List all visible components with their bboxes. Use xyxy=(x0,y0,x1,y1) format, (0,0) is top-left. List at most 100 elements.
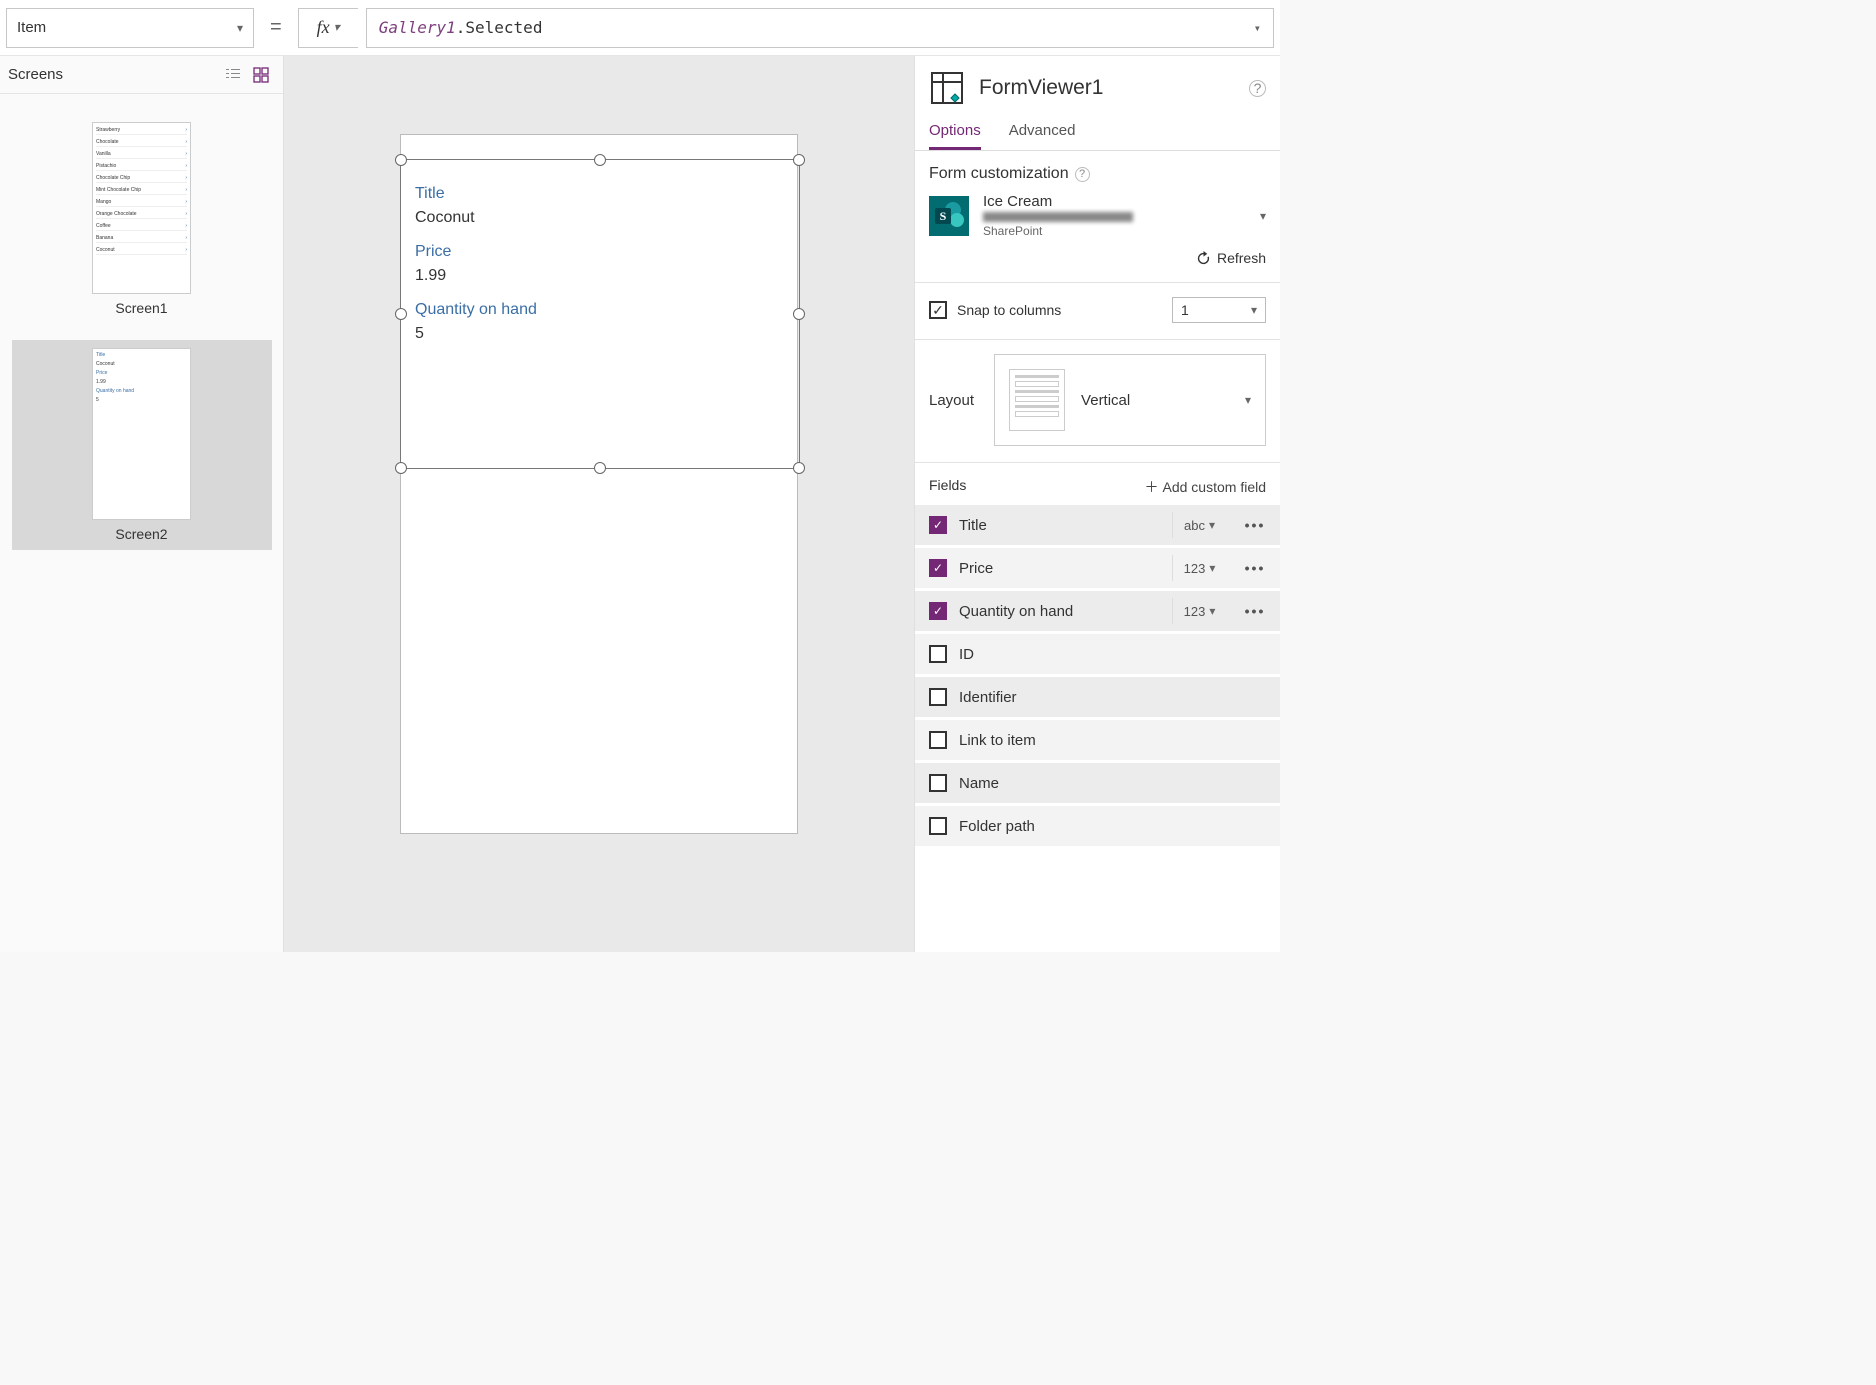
field-value-quantity: 5 xyxy=(415,325,783,343)
field-label-quantity: Quantity on hand xyxy=(415,301,783,319)
field-type-selector[interactable]: 123▾ xyxy=(1172,555,1226,581)
refresh-button[interactable]: Refresh xyxy=(929,250,1266,266)
layout-label: Layout xyxy=(929,392,974,409)
formula-text: Gallery1.Selected xyxy=(379,18,543,37)
resize-handle[interactable] xyxy=(395,308,407,320)
fields-header: Fields ＋ Add custom field xyxy=(915,463,1280,505)
add-custom-field-button[interactable]: ＋ Add custom field xyxy=(1145,477,1267,497)
canvas[interactable]: Title Coconut Price 1.99 Quantity on han… xyxy=(284,56,914,952)
snap-to-columns-checkbox[interactable] xyxy=(929,301,947,319)
resize-handle[interactable] xyxy=(793,308,805,320)
field-checkbox[interactable] xyxy=(929,688,947,706)
fx-label: fx xyxy=(317,17,330,38)
field-type-selector[interactable]: abc▾ xyxy=(1172,512,1226,538)
form-content: Title Coconut Price 1.99 Quantity on han… xyxy=(415,175,783,343)
thumbnail-list-item: Chocolate Chip› xyxy=(96,174,187,183)
field-row[interactable]: Title abc▾ ••• xyxy=(915,505,1280,545)
form-icon xyxy=(929,70,965,106)
field-value-price: 1.99 xyxy=(415,267,783,285)
screen-thumbnail[interactable]: Strawberry›Chocolate›Vanilla›Pistachio›C… xyxy=(12,114,272,324)
thumbnail-view-icon[interactable] xyxy=(253,67,269,83)
field-row[interactable]: Name xyxy=(915,763,1280,803)
field-label-title: Title xyxy=(415,185,783,203)
field-name: ID xyxy=(959,646,1272,663)
help-icon[interactable]: ? xyxy=(1075,167,1090,182)
fx-button[interactable]: fx ▾ xyxy=(298,8,358,48)
screen-caption: Screen1 xyxy=(115,300,167,316)
resize-handle[interactable] xyxy=(793,154,805,166)
properties-header: FormViewer1 ? xyxy=(915,56,1280,114)
formula-input[interactable]: Gallery1.Selected ▾ xyxy=(366,8,1274,48)
data-source-name: Ice Cream xyxy=(983,193,1246,210)
properties-panel: FormViewer1 ? Options Advanced Form cust… xyxy=(914,56,1280,952)
field-value-title: Coconut xyxy=(415,209,783,227)
field-name: Name xyxy=(959,775,1272,792)
field-row[interactable]: Price123▾••• xyxy=(915,548,1280,588)
field-more-icon[interactable]: ••• xyxy=(1238,603,1272,619)
thumbnail-list-item: Strawberry› xyxy=(96,126,187,135)
field-more-icon[interactable]: ••• xyxy=(1238,560,1272,576)
add-custom-label: Add custom field xyxy=(1163,479,1267,495)
data-source-account xyxy=(983,212,1133,222)
field-row[interactable]: Identifier xyxy=(915,677,1280,717)
chevron-down-icon: ▾ xyxy=(1251,303,1257,317)
field-more-icon[interactable]: ••• xyxy=(1238,517,1272,533)
data-source-selector[interactable]: S Ice Cream SharePoint ▾ xyxy=(929,193,1266,238)
property-selector[interactable]: Item ▾ xyxy=(6,8,254,48)
columns-select[interactable]: 1 ▾ xyxy=(1172,297,1266,323)
screens-panel: Screens Strawberry›Chocolate›Vanilla›Pis… xyxy=(0,56,284,952)
form-customization-section: Form customization ? S Ice Cream SharePo… xyxy=(915,151,1280,283)
field-checkbox[interactable] xyxy=(929,602,947,620)
field-checkbox[interactable] xyxy=(929,645,947,663)
resize-handle[interactable] xyxy=(395,462,407,474)
data-source-type: SharePoint xyxy=(983,224,1246,238)
snap-to-columns-section: Snap to columns 1 ▾ xyxy=(915,283,1280,340)
resize-handle[interactable] xyxy=(594,154,606,166)
phone-frame: Title Coconut Price 1.99 Quantity on han… xyxy=(400,134,798,834)
resize-handle[interactable] xyxy=(793,462,805,474)
resize-handle[interactable] xyxy=(594,462,606,474)
chevron-down-icon: ▾ xyxy=(1254,21,1261,35)
tab-options[interactable]: Options xyxy=(929,114,981,150)
thumbnail-list-item: Banana› xyxy=(96,234,187,243)
formula-token-identifier: Gallery1 xyxy=(379,18,456,37)
help-icon[interactable]: ? xyxy=(1249,80,1266,97)
snap-to-columns-label: Snap to columns xyxy=(957,302,1061,318)
screen-thumbnail[interactable]: Title Coconut Price 1.99 Quantity on han… xyxy=(12,340,272,550)
chevron-down-icon: ▾ xyxy=(1245,393,1251,407)
tree-view-icon[interactable] xyxy=(225,67,241,83)
property-name: Item xyxy=(17,19,46,36)
screens-list: Strawberry›Chocolate›Vanilla›Pistachio›C… xyxy=(0,94,283,570)
field-checkbox[interactable] xyxy=(929,731,947,749)
field-checkbox[interactable] xyxy=(929,559,947,577)
field-row[interactable]: Folder path xyxy=(915,806,1280,846)
field-row[interactable]: Quantity on hand 123▾ ••• xyxy=(915,591,1280,631)
control-name: FormViewer1 xyxy=(979,76,1235,100)
field-name: Quantity on hand xyxy=(959,603,1160,620)
screens-title: Screens xyxy=(8,66,63,83)
thumbnail-list-item: Mint Chocolate Chip› xyxy=(96,186,187,195)
field-checkbox[interactable] xyxy=(929,774,947,792)
resize-handle[interactable] xyxy=(395,154,407,166)
formula-bar: Item ▾ = fx ▾ Gallery1.Selected ▾ xyxy=(0,0,1280,56)
screens-header: Screens xyxy=(0,56,283,94)
fields-list: Titleabc▾•••Price123▾•••Quantity on hand… xyxy=(915,505,1280,849)
tab-advanced[interactable]: Advanced xyxy=(1009,114,1076,150)
field-checkbox[interactable] xyxy=(929,817,947,835)
plus-icon: ＋ xyxy=(1145,477,1159,497)
field-type-selector[interactable]: 123▾ xyxy=(1172,598,1226,624)
thumbnail-list-item: Coffee› xyxy=(96,222,187,231)
refresh-label: Refresh xyxy=(1217,250,1266,266)
fields-label: Fields xyxy=(929,477,966,497)
field-checkbox[interactable] xyxy=(929,516,947,534)
refresh-icon xyxy=(1196,251,1211,266)
layout-selector[interactable]: Vertical ▾ xyxy=(994,354,1266,446)
field-row[interactable]: Link to item xyxy=(915,720,1280,760)
field-row[interactable]: ID xyxy=(915,634,1280,674)
field-label-price: Price xyxy=(415,243,783,261)
property-tabs: Options Advanced xyxy=(915,114,1280,151)
thumbnail-preview: Title Coconut Price 1.99 Quantity on han… xyxy=(92,348,191,520)
field-name: Title xyxy=(959,517,1160,534)
thumbnail-list-item: Coconut› xyxy=(96,246,187,255)
layout-section: Layout Vertical ▾ xyxy=(915,340,1280,463)
